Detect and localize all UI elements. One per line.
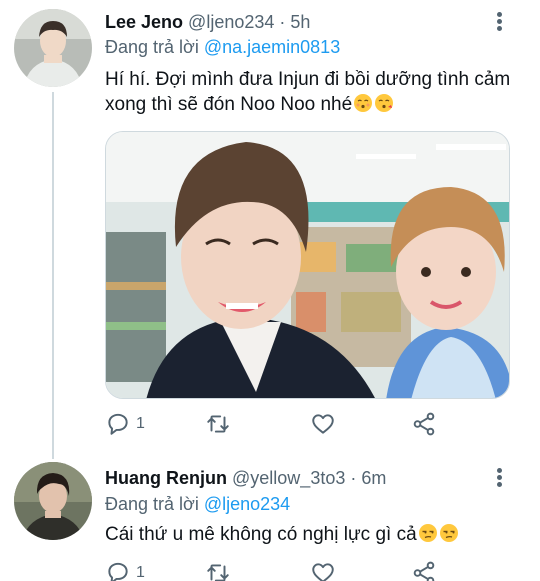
user-handle[interactable]: @ljeno234 bbox=[188, 12, 274, 32]
retweet-icon bbox=[207, 415, 229, 433]
reply-count: 1 bbox=[136, 415, 145, 432]
tweet-photo[interactable] bbox=[105, 131, 510, 399]
share-button[interactable] bbox=[411, 411, 437, 437]
retweet-icon bbox=[207, 564, 229, 581]
timestamp[interactable]: 5h bbox=[290, 12, 310, 32]
tweet-actions: 1 bbox=[105, 560, 525, 581]
separator-dot: · bbox=[350, 468, 357, 488]
avatar[interactable] bbox=[14, 9, 92, 87]
share-icon bbox=[413, 412, 435, 436]
reply-icon bbox=[108, 562, 128, 581]
retweet-button[interactable] bbox=[205, 560, 231, 581]
reply-to-line: Đang trả lời @na.jaemin0813 bbox=[105, 37, 340, 58]
avatar[interactable] bbox=[14, 462, 92, 540]
reply-count: 1 bbox=[136, 564, 145, 581]
heart-icon bbox=[312, 563, 334, 581]
unamused-face-emoji bbox=[439, 524, 458, 542]
kissing-face-emoji bbox=[354, 94, 373, 112]
reply-prefix: Đang trả lời bbox=[105, 37, 204, 57]
reply-button[interactable]: 1 bbox=[105, 560, 145, 581]
reply-prefix: Đang trả lời bbox=[105, 494, 204, 514]
share-icon bbox=[413, 561, 435, 581]
reply-to-line: Đang trả lời @ljeno234 bbox=[105, 494, 290, 515]
display-name[interactable]: Huang Renjun bbox=[105, 468, 227, 488]
like-button[interactable] bbox=[310, 560, 336, 581]
unamused-face-emoji bbox=[418, 524, 437, 542]
tweet-text: Cái thứ u mê không có nghị lực gì cả bbox=[105, 522, 525, 547]
reply-icon bbox=[108, 413, 128, 435]
reply-button[interactable]: 1 bbox=[105, 411, 145, 437]
share-button[interactable] bbox=[411, 560, 437, 581]
more-vertical-icon[interactable] bbox=[494, 468, 504, 490]
reply-mention-link[interactable]: @ljeno234 bbox=[204, 494, 290, 514]
tweet-actions: 1 bbox=[105, 411, 525, 441]
display-name[interactable]: Lee Jeno bbox=[105, 12, 183, 32]
timestamp[interactable]: 6m bbox=[361, 468, 386, 488]
more-vertical-icon[interactable] bbox=[494, 12, 504, 34]
kissing-face-emoji bbox=[375, 94, 394, 112]
user-handle[interactable]: @yellow_3to3 bbox=[232, 468, 345, 488]
heart-icon bbox=[312, 414, 334, 434]
tweet-header: Huang Renjun @yellow_3to3 · 6m bbox=[105, 468, 386, 489]
reply-mention-link[interactable]: @na.jaemin0813 bbox=[204, 37, 340, 57]
tweet-lee-jeno[interactable]: Lee Jeno @ljeno234 · 5h Đang trả lời @na… bbox=[0, 0, 540, 452]
tweet-header: Lee Jeno @ljeno234 · 5h bbox=[105, 12, 310, 33]
tweet-text-content: Hí hí. Đợi mình đưa Injun đi bồi dưỡng t… bbox=[105, 69, 511, 115]
retweet-button[interactable] bbox=[205, 411, 231, 437]
tweet-text-content: Cái thứ u mê không có nghị lực gì cả bbox=[105, 524, 417, 545]
separator-dot: · bbox=[279, 12, 286, 32]
tweet-text: Hí hí. Đợi mình đưa Injun đi bồi dưỡng t… bbox=[105, 67, 525, 117]
like-button[interactable] bbox=[310, 411, 336, 437]
